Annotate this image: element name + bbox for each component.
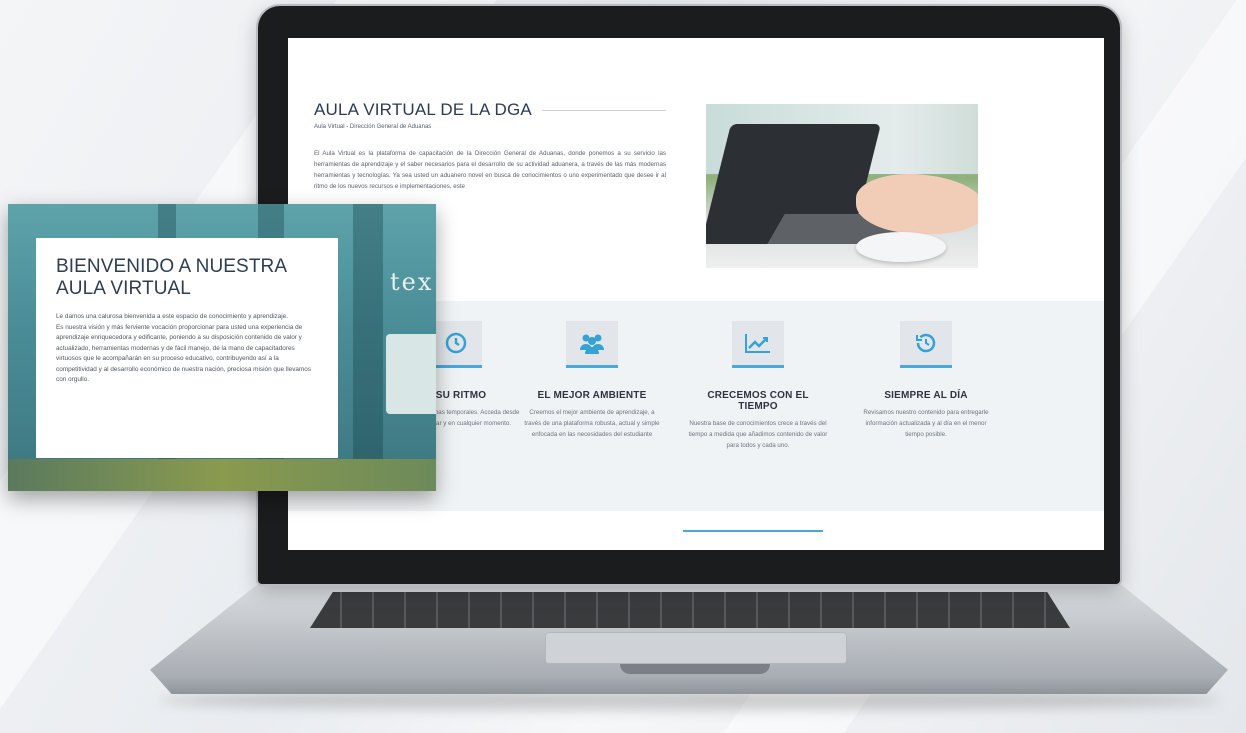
feature-title: EL MEJOR AMBIENTE [537,390,647,401]
about-title: AULA VIRTUAL DE LA DGA [314,100,666,120]
welcome-body: Le damos una calurosa bienvenida a este … [56,313,312,383]
feature-el-mejor-ambiente: EL MEJOR AMBIENTE Creemos el mejor ambie… [522,321,662,440]
title-rule [541,109,666,111]
feature-crecemos-con-el-tiempo: CRECEMOS CON EL TIEMPO Nuestra base de c… [688,321,828,451]
section-divider [683,530,823,532]
welcome-title: BIENVENIDO A NUESTRA AULA VIRTUAL [56,256,287,299]
port-ground [8,459,436,491]
background-sign-text: tex [390,268,434,296]
feature-title: SIEMPRE AL DÍA [884,390,968,401]
welcome-overlay: tex BIENVENIDO A NUESTRA AULA VIRTUAL Le… [8,204,436,491]
laptop-typing-photo [706,104,978,268]
feature-siempre-al-dia: SIEMPRE AL DÍA Revisamos nuestro conteni… [856,321,996,440]
users-icon [566,321,618,368]
feature-text: Nuestra base de conocimientos crece a tr… [688,420,828,449]
laptop-notch [620,664,770,674]
feature-title: CRECEMOS CON EL TIEMPO [707,390,809,412]
feature-text: Revisamos nuestro contenido para entrega… [863,409,989,438]
welcome-card: BIENVENIDO A NUESTRA AULA VIRTUAL Le dam… [36,238,338,458]
about-section: AULA VIRTUAL DE LA DGA Aula Virtual - Di… [314,100,666,192]
clock-icon [430,321,482,368]
about-body: El Aula Virtual es la plataforma de capa… [314,150,666,190]
laptop-keyboard [310,592,1070,628]
feature-text: Creemos el mejor ambiente de aprendizaje… [524,409,660,438]
chart-line-icon [732,321,784,368]
laptop-trackpad [545,632,847,664]
port-truck [386,334,436,414]
photo-hands [856,174,978,234]
photo-mouse [856,232,946,262]
port-crane [353,204,383,491]
about-subtitle: Aula Virtual - Dirección General de Adua… [314,124,432,130]
history-icon [900,321,952,368]
